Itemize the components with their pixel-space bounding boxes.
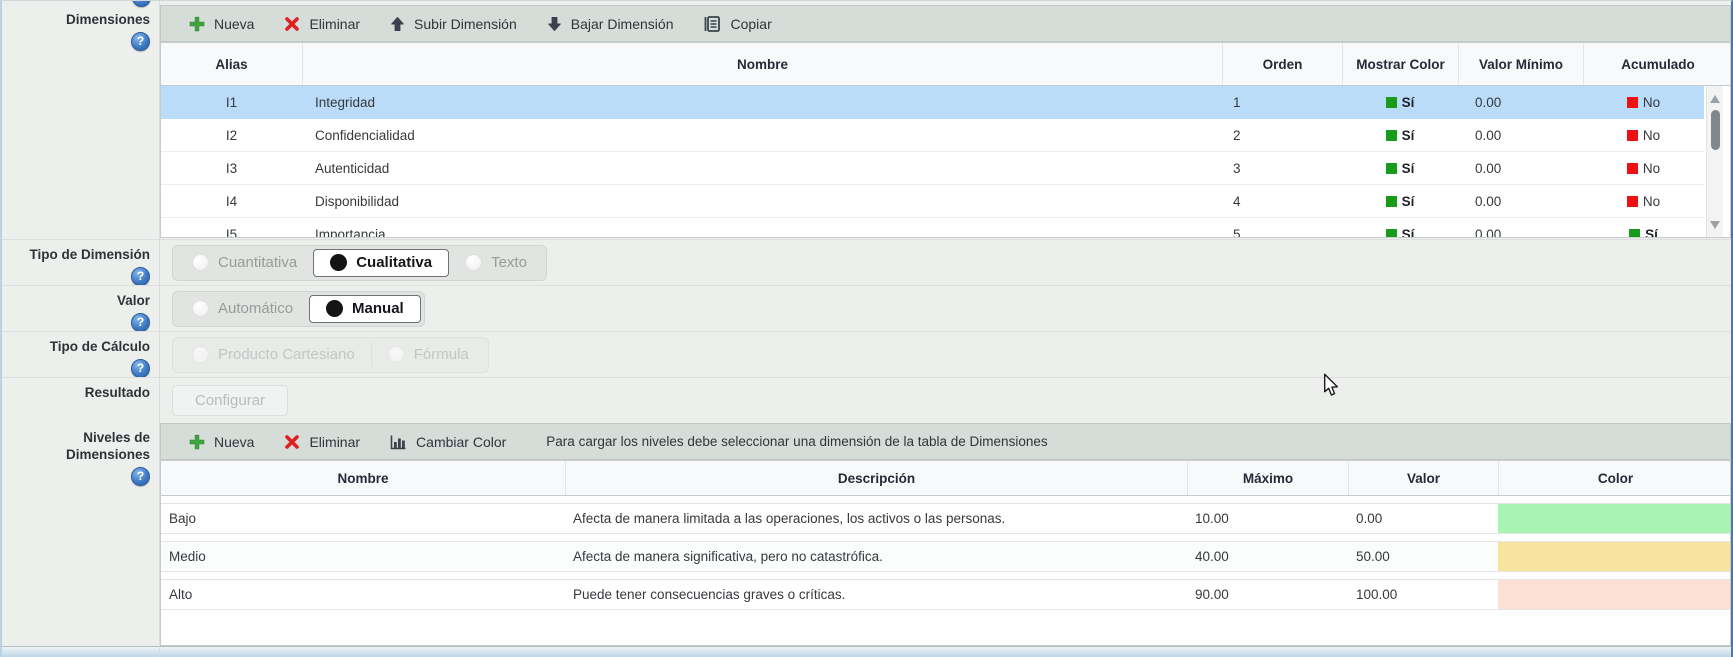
scroll-up-arrow-icon[interactable]: [1710, 95, 1720, 103]
dimensiones-table-header: Alias Nombre Orden Mostrar Color Valor M…: [160, 42, 1731, 86]
delete-x-icon: [284, 16, 300, 32]
green-square-icon: [1386, 97, 1397, 108]
help-icon[interactable]: ?: [131, 359, 150, 378]
resultado-row: Resultado Configurar: [2, 377, 1733, 423]
tipo-calculo-radio-group: Producto Cartesiano Fórmula: [172, 337, 489, 373]
radio-circle-icon: [330, 254, 347, 271]
color-swatch[interactable]: [1498, 580, 1731, 609]
col-header-nombre[interactable]: Nombre: [302, 43, 1222, 85]
green-square-icon: [1386, 163, 1397, 174]
col-header-color[interactable]: Color: [1498, 461, 1732, 495]
radio-circle-icon: [192, 254, 209, 271]
radio-manual[interactable]: Manual: [309, 295, 421, 323]
red-square-icon: [1627, 163, 1638, 174]
nueva-button[interactable]: Nueva: [177, 6, 266, 41]
table-row[interactable]: Medio Afecta de manera significativa, pe…: [161, 541, 1730, 572]
table-row[interactable]: Bajo Afecta de manera limitada a las ope…: [161, 503, 1730, 534]
configurar-button: Configurar: [172, 385, 288, 416]
col-header-mostrar-color[interactable]: Mostrar Color: [1342, 43, 1458, 85]
help-icon[interactable]: ?: [131, 267, 150, 286]
radio-texto[interactable]: Texto: [449, 249, 543, 277]
eliminar-button[interactable]: Eliminar: [272, 424, 372, 459]
valor-row: Valor ? Automático Manual: [2, 285, 1733, 331]
table-row[interactable]: I5 Importancia 5 Sí 0.00 Sí: [161, 218, 1704, 238]
niveles-table-header: Nombre Descripción Máximo Valor Color: [160, 460, 1731, 496]
dimension-config-panel: Dimensiones ? Nueva Eliminar Subir Dimen…: [0, 0, 1733, 657]
red-square-icon: [1627, 130, 1638, 141]
delete-x-icon: [284, 434, 300, 450]
valor-radio-group: Automático Manual: [172, 291, 425, 327]
niveles-section-label: Niveles de Dimensiones ?: [2, 429, 159, 486]
radio-circle-icon: [326, 300, 343, 317]
bajar-dimension-button[interactable]: Bajar Dimensión: [535, 6, 686, 41]
nueva-button[interactable]: Nueva: [177, 424, 266, 459]
tipo-dimension-radio-group: Cuantitativa Cualitativa Texto: [172, 245, 547, 281]
col-header-valor-minimo[interactable]: Valor Mínimo: [1458, 43, 1583, 85]
radio-circle-icon: [388, 346, 405, 363]
radio-circle-icon: [192, 346, 209, 363]
red-square-icon: [1627, 196, 1638, 207]
color-swatch[interactable]: [1498, 504, 1731, 533]
eliminar-button[interactable]: Eliminar: [272, 6, 372, 41]
help-icon[interactable]: ?: [131, 467, 150, 486]
dimensiones-table-body: I1 Integridad 1 Sí 0.00 No I2 Confidenci…: [160, 86, 1731, 238]
cambiar-color-button[interactable]: Cambiar Color: [378, 424, 518, 459]
vertical-scrollbar[interactable]: [1706, 86, 1723, 237]
help-icon[interactable]: ?: [131, 32, 150, 51]
dimensiones-toolbar: Nueva Eliminar Subir Dimensión Bajar Dim…: [160, 5, 1731, 42]
label-column-divider: [159, 1, 160, 657]
niveles-table-body: Bajo Afecta de manera limitada a las ope…: [160, 496, 1731, 646]
scrollbar-thumb[interactable]: [1711, 110, 1720, 150]
resultado-label: Resultado: [2, 378, 159, 401]
bar-chart-icon: [390, 434, 407, 450]
col-header-valor[interactable]: Valor: [1348, 461, 1498, 495]
tipo-dimension-label: Tipo de Dimensión ?: [2, 240, 159, 286]
col-header-orden[interactable]: Orden: [1222, 43, 1342, 85]
tipo-calculo-row: Tipo de Cálculo ? Producto Cartesiano Fó…: [2, 331, 1733, 377]
help-icon[interactable]: [132, 0, 151, 7]
plus-icon: [189, 16, 205, 32]
radio-automatico[interactable]: Automático: [176, 295, 309, 323]
arrow-up-icon: [390, 16, 405, 32]
col-header-nombre[interactable]: Nombre: [161, 461, 565, 495]
red-square-icon: [1627, 97, 1638, 108]
valor-label: Valor ?: [2, 286, 159, 332]
color-swatch[interactable]: [1498, 542, 1731, 571]
col-header-alias[interactable]: Alias: [161, 43, 302, 85]
scroll-down-arrow-icon[interactable]: [1710, 221, 1720, 229]
table-row[interactable]: I3 Autenticidad 3 Sí 0.00 No: [161, 152, 1704, 185]
radio-circle-icon: [465, 254, 482, 271]
niveles-toolbar: Nueva Eliminar Cambiar Color Para cargar…: [160, 423, 1731, 460]
radio-formula: Fórmula: [371, 341, 485, 369]
arrow-down-icon: [547, 16, 562, 32]
copy-icon: [703, 15, 721, 33]
table-row[interactable]: Alto Puede tener consecuencias graves o …: [161, 579, 1730, 610]
table-row[interactable]: I4 Disponibilidad 4 Sí 0.00 No: [161, 185, 1704, 218]
dimensiones-section-label: Dimensiones ?: [2, 11, 159, 51]
green-square-icon: [1629, 229, 1640, 239]
table-row[interactable]: I1 Integridad 1 Sí 0.00 No: [161, 86, 1704, 119]
bottom-edge-strip: [2, 646, 1733, 657]
copiar-button[interactable]: Copiar: [691, 6, 783, 41]
col-header-acumulado[interactable]: Acumulado: [1583, 43, 1732, 85]
green-square-icon: [1386, 229, 1397, 239]
subir-dimension-button[interactable]: Subir Dimensión: [378, 6, 529, 41]
radio-circle-icon: [192, 300, 209, 317]
radio-producto-cartesiano: Producto Cartesiano: [176, 341, 371, 369]
green-square-icon: [1386, 196, 1397, 207]
niveles-info-message: Para cargar los niveles debe seleccionar…: [546, 434, 1047, 449]
col-header-descripcion[interactable]: Descripción: [565, 461, 1187, 495]
tipo-dimension-row: Tipo de Dimensión ? Cuantitativa Cualita…: [2, 239, 1733, 285]
green-square-icon: [1386, 130, 1397, 141]
table-row[interactable]: I2 Confidencialidad 2 Sí 0.00 No: [161, 119, 1704, 152]
tipo-calculo-label: Tipo de Cálculo ?: [2, 332, 159, 378]
col-header-maximo[interactable]: Máximo: [1187, 461, 1348, 495]
radio-cuantitativa[interactable]: Cuantitativa: [176, 249, 313, 277]
mouse-cursor: [1322, 373, 1340, 397]
section-title: Dimensiones: [2, 11, 150, 28]
radio-cualitativa[interactable]: Cualitativa: [313, 249, 449, 277]
plus-icon: [189, 434, 205, 450]
help-icon[interactable]: ?: [131, 313, 150, 332]
